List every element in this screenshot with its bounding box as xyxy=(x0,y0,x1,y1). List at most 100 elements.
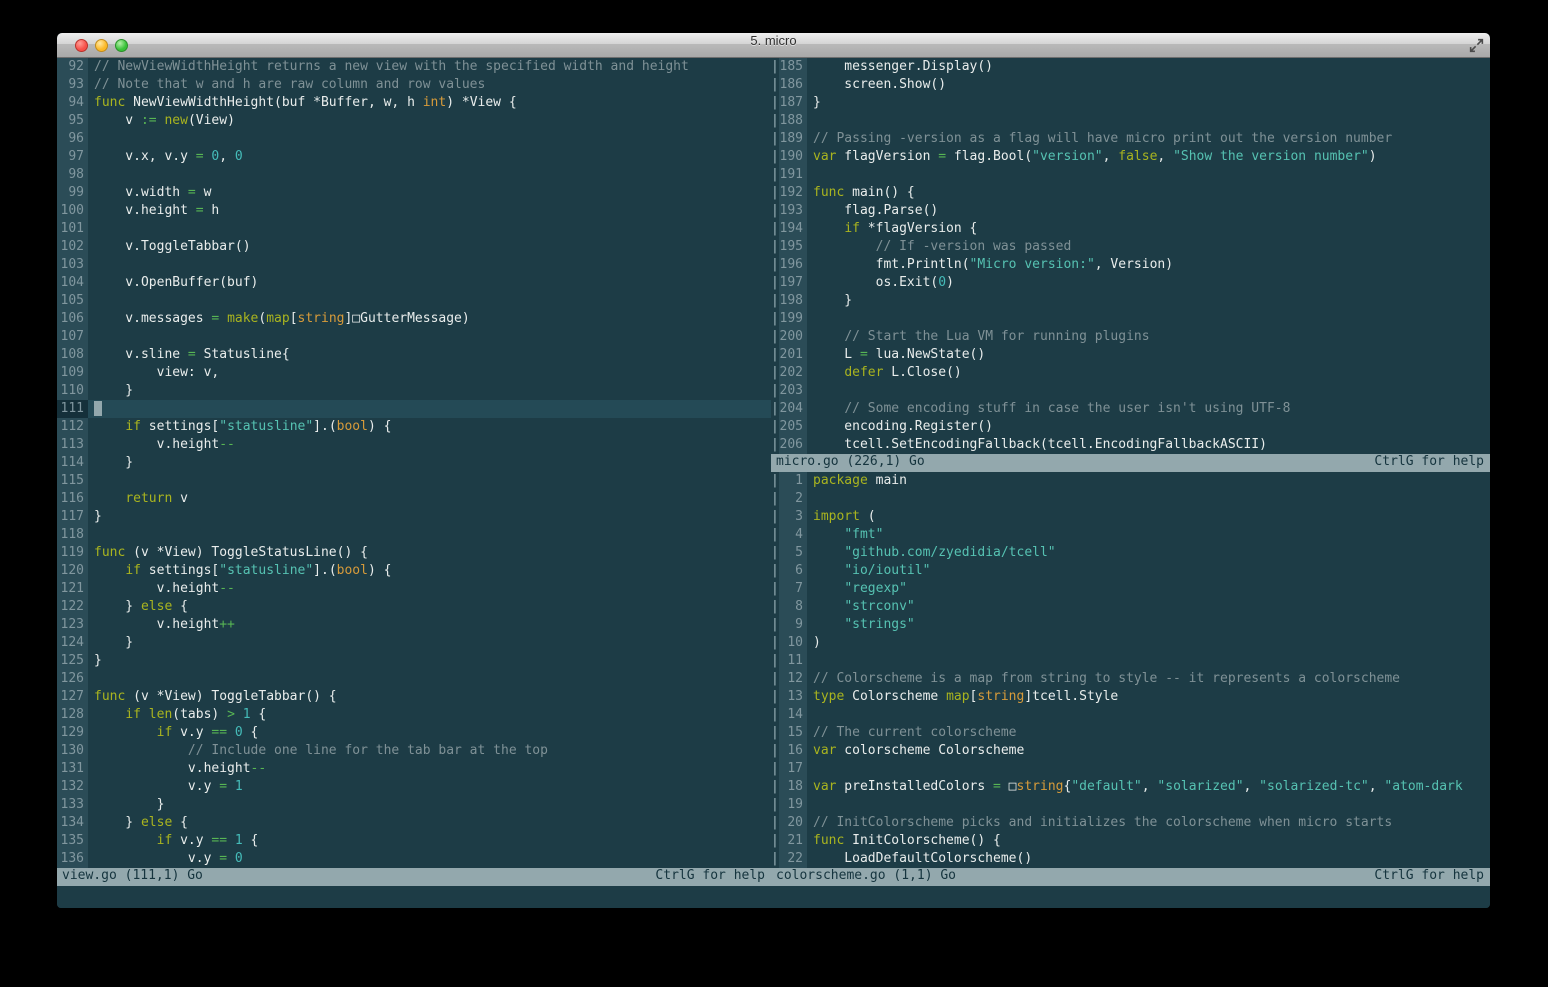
code-line[interactable]: |17 xyxy=(771,760,1490,778)
code-line[interactable]: |13type Colorscheme map[string]tcell.Sty… xyxy=(771,688,1490,706)
code-line[interactable]: |203 xyxy=(771,382,1490,400)
line-number: 14 xyxy=(779,706,807,724)
code-line[interactable]: |3import ( xyxy=(771,508,1490,526)
code-line[interactable]: |204 // Some encoding stuff in case the … xyxy=(771,400,1490,418)
code-line[interactable]: |9 "strings" xyxy=(771,616,1490,634)
code-line[interactable]: 111 xyxy=(57,400,771,418)
code-line[interactable]: |201 L = lua.NewState() xyxy=(771,346,1490,364)
code-line[interactable]: 98 xyxy=(57,166,771,184)
code-line[interactable]: 96 xyxy=(57,130,771,148)
command-line[interactable] xyxy=(57,886,1490,908)
code-line[interactable]: 93// Note that w and h are raw column an… xyxy=(57,76,771,94)
code-line[interactable]: |19 xyxy=(771,796,1490,814)
code-line[interactable]: 128 if len(tabs) > 1 { xyxy=(57,706,771,724)
code-line[interactable]: 112 if settings["statusline"].(bool) { xyxy=(57,418,771,436)
code-line[interactable]: |198 } xyxy=(771,292,1490,310)
code-line[interactable]: 113 v.height-- xyxy=(57,436,771,454)
code-line[interactable]: |206 tcell.SetEncodingFallback(tcell.Enc… xyxy=(771,436,1490,454)
code-line[interactable]: |6 "io/ioutil" xyxy=(771,562,1490,580)
code-text: } xyxy=(88,382,771,400)
code-line[interactable]: |4 "fmt" xyxy=(771,526,1490,544)
code-line[interactable]: |18var preInstalledColors = □string{"def… xyxy=(771,778,1490,796)
code-line[interactable]: |189// Passing -version as a flag will h… xyxy=(771,130,1490,148)
code-line[interactable]: 107 xyxy=(57,328,771,346)
code-line[interactable]: 127func (v *View) ToggleTabbar() { xyxy=(57,688,771,706)
code-line[interactable]: |21func InitColorscheme() { xyxy=(771,832,1490,850)
code-text xyxy=(88,292,771,310)
code-line[interactable]: |1package main xyxy=(771,472,1490,490)
code-line[interactable]: 102 v.ToggleTabbar() xyxy=(57,238,771,256)
code-line[interactable]: 103 xyxy=(57,256,771,274)
code-line[interactable]: 120 if settings["statusline"].(bool) { xyxy=(57,562,771,580)
code-line[interactable]: |190var flagVersion = flag.Bool("version… xyxy=(771,148,1490,166)
code-line[interactable]: 129 if v.y == 0 { xyxy=(57,724,771,742)
code-line[interactable]: |205 encoding.Register() xyxy=(771,418,1490,436)
code-line[interactable]: 110 } xyxy=(57,382,771,400)
code-line[interactable]: |11 xyxy=(771,652,1490,670)
code-line[interactable]: |197 os.Exit(0) xyxy=(771,274,1490,292)
code-line[interactable]: |5 "github.com/zyedidia/tcell" xyxy=(771,544,1490,562)
code-line[interactable]: |14 xyxy=(771,706,1490,724)
code-text xyxy=(88,130,771,148)
code-line[interactable]: 97 v.x, v.y = 0, 0 xyxy=(57,148,771,166)
code-line[interactable]: 114 } xyxy=(57,454,771,472)
code-line[interactable]: 95 v := new(View) xyxy=(57,112,771,130)
code-line[interactable]: |10) xyxy=(771,634,1490,652)
code-line[interactable]: |22 LoadDefaultColorscheme() xyxy=(771,850,1490,868)
editor-pane-colorscheme-go[interactable]: |1package main|2|3import (|4 "fmt"|5 "gi… xyxy=(771,472,1490,868)
code-line[interactable]: 134 } else { xyxy=(57,814,771,832)
window-titlebar[interactable]: 5. micro xyxy=(57,33,1490,58)
code-line[interactable]: 118 xyxy=(57,526,771,544)
code-line[interactable]: |7 "regexp" xyxy=(771,580,1490,598)
code-line[interactable]: 121 v.height-- xyxy=(57,580,771,598)
code-line[interactable]: |202 defer L.Close() xyxy=(771,364,1490,382)
code-line[interactable]: 92// NewViewWidthHeight returns a new vi… xyxy=(57,58,771,76)
code-line[interactable]: |193 flag.Parse() xyxy=(771,202,1490,220)
code-line[interactable]: 99 v.width = w xyxy=(57,184,771,202)
code-line[interactable]: 117} xyxy=(57,508,771,526)
code-line[interactable]: |194 if *flagVersion { xyxy=(771,220,1490,238)
code-line[interactable]: 116 return v xyxy=(57,490,771,508)
code-line[interactable]: |200 // Start the Lua VM for running plu… xyxy=(771,328,1490,346)
code-line[interactable]: |8 "strconv" xyxy=(771,598,1490,616)
code-line[interactable]: 115 xyxy=(57,472,771,490)
code-line[interactable]: 136 v.y = 0 xyxy=(57,850,771,868)
code-line[interactable]: 132 v.y = 1 xyxy=(57,778,771,796)
code-line[interactable]: |15// The current colorscheme xyxy=(771,724,1490,742)
resize-icon[interactable] xyxy=(1468,37,1485,54)
code-line[interactable]: |196 fmt.Println("Micro version:", Versi… xyxy=(771,256,1490,274)
code-line[interactable]: |188 xyxy=(771,112,1490,130)
code-line[interactable]: 109 view: v, xyxy=(57,364,771,382)
code-line[interactable]: |195 // If -version was passed xyxy=(771,238,1490,256)
code-line[interactable]: |12// Colorscheme is a map from string t… xyxy=(771,670,1490,688)
code-line[interactable]: 101 xyxy=(57,220,771,238)
split-divider-icon: | xyxy=(771,850,779,868)
code-line[interactable]: 135 if v.y == 1 { xyxy=(57,832,771,850)
code-line[interactable]: 94func NewViewWidthHeight(buf *Buffer, w… xyxy=(57,94,771,112)
code-line[interactable]: 119func (v *View) ToggleStatusLine() { xyxy=(57,544,771,562)
code-line[interactable]: |199 xyxy=(771,310,1490,328)
code-line[interactable]: |2 xyxy=(771,490,1490,508)
code-line[interactable]: 122 } else { xyxy=(57,598,771,616)
code-line[interactable]: |16var colorscheme Colorscheme xyxy=(771,742,1490,760)
code-line[interactable]: |186 screen.Show() xyxy=(771,76,1490,94)
code-line[interactable]: 105 xyxy=(57,292,771,310)
code-line[interactable]: 104 v.OpenBuffer(buf) xyxy=(57,274,771,292)
code-line[interactable]: 133 } xyxy=(57,796,771,814)
code-line[interactable]: |191 xyxy=(771,166,1490,184)
code-line[interactable]: |192func main() { xyxy=(771,184,1490,202)
code-line[interactable]: 131 v.height-- xyxy=(57,760,771,778)
code-line[interactable]: 125} xyxy=(57,652,771,670)
code-line[interactable]: 106 v.messages = make(map[string]□Gutter… xyxy=(57,310,771,328)
code-line[interactable]: 130 // Include one line for the tab bar … xyxy=(57,742,771,760)
code-line[interactable]: 126 xyxy=(57,670,771,688)
code-line[interactable]: 123 v.height++ xyxy=(57,616,771,634)
code-line[interactable]: 124 } xyxy=(57,634,771,652)
editor-pane-micro-go[interactable]: |185 messenger.Display()|186 screen.Show… xyxy=(771,58,1490,454)
code-line[interactable]: |20// InitColorscheme picks and initiali… xyxy=(771,814,1490,832)
code-line[interactable]: |187} xyxy=(771,94,1490,112)
code-line[interactable]: 100 v.height = h xyxy=(57,202,771,220)
code-line[interactable]: |185 messenger.Display() xyxy=(771,58,1490,76)
editor-pane-view-go[interactable]: 92// NewViewWidthHeight returns a new vi… xyxy=(57,58,771,868)
code-line[interactable]: 108 v.sline = Statusline{ xyxy=(57,346,771,364)
